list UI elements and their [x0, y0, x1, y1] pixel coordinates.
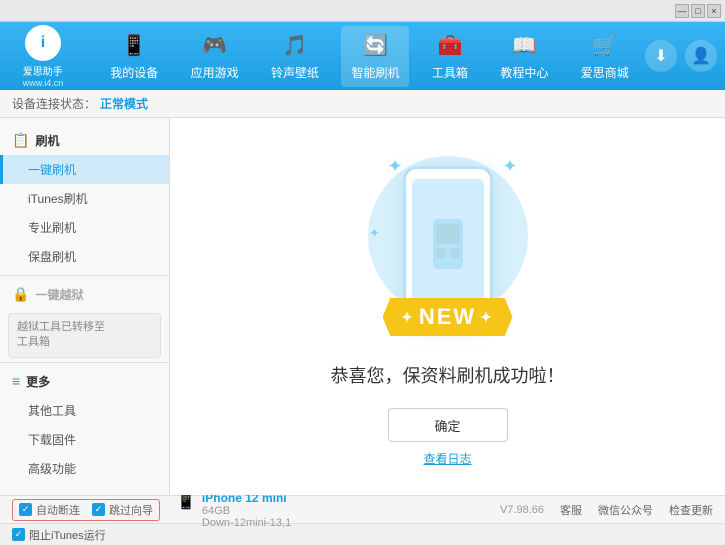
nav-vip-mall[interactable]: 🛒 爱思商城	[571, 26, 639, 87]
jailbreak-lock-icon: 🔒	[12, 286, 29, 303]
user-button[interactable]: 👤	[685, 40, 717, 72]
sidebar-jailbreak-title: 🔒 一键越狱	[0, 280, 169, 309]
skip-wizard-check-icon: ✓	[92, 503, 105, 516]
sidebar-divider-1	[0, 275, 169, 276]
status-value: 正常模式	[100, 95, 148, 112]
flash-section-icon: 📋	[12, 132, 29, 149]
nav-toolbox[interactable]: 🧰 工具箱	[422, 26, 478, 87]
logo-icon: i	[25, 25, 61, 61]
content-area: ✦ ✦ ✦ ✦ NEW ✦ 恭喜您，保资料刷机成功啦！ 确定 查看日志	[170, 118, 725, 495]
phone-screen	[412, 179, 484, 309]
tutorials-icon: 📖	[510, 32, 538, 60]
window-controls[interactable]: — □ ×	[675, 4, 721, 18]
check-update-link[interactable]: 检查更新	[669, 502, 713, 518]
nav-my-device[interactable]: 📱 我的设备	[100, 26, 168, 87]
sidebar-pro-flash[interactable]: 专业刷机	[0, 213, 169, 242]
new-star-right: ✦	[480, 309, 494, 326]
sparkle-1: ✦	[388, 156, 403, 177]
sidebar-flash-title: 📋 刷机	[0, 126, 169, 155]
status-bar: 设备连接状态： 正常模式	[0, 90, 725, 118]
sidebar-itunes-flash[interactable]: iTunes刷机	[0, 184, 169, 213]
customer-service-link[interactable]: 客服	[560, 502, 582, 518]
new-label: NEW	[419, 304, 476, 330]
title-bar: — □ ×	[0, 0, 725, 22]
version-text: V7.98.66	[500, 504, 544, 516]
vip-mall-icon: 🛒	[591, 32, 619, 60]
success-text: 恭喜您，保资料刷机成功啦！	[331, 362, 565, 388]
sidebar: 📋 刷机 一键刷机 iTunes刷机 专业刷机 保盘刷机 🔒 一键越狱 越狱工具…	[0, 118, 170, 495]
apps-games-icon: 🎮	[201, 32, 229, 60]
sidebar-one-click-flash[interactable]: 一键刷机	[0, 155, 169, 184]
nav-ringtones[interactable]: 🎵 铃声壁纸	[261, 26, 329, 87]
logo-area: i 爱思助手 www.i4.cn	[8, 25, 78, 88]
smart-flash-icon: 🔄	[361, 32, 389, 60]
success-illustration: ✦ ✦ ✦ ✦ NEW ✦	[358, 146, 538, 346]
sidebar-notice: 越狱工具已转移至 工具箱	[8, 313, 161, 358]
minimize-button[interactable]: —	[675, 4, 689, 18]
phone-screen-graphic	[428, 214, 468, 274]
new-star-left: ✦	[401, 309, 415, 326]
download-button[interactable]: ⬇	[645, 40, 677, 72]
new-banner: ✦ NEW ✦	[383, 298, 513, 336]
skip-wizard-checkbox[interactable]: ✓ 跳过向导	[92, 502, 153, 518]
logo-text: 爱思助手 www.i4.cn	[23, 63, 64, 88]
status-label: 设备连接状态：	[12, 95, 96, 112]
header-right: ⬇ 👤	[645, 40, 717, 72]
auto-disconnect-checkbox[interactable]: ✓ 自动断连	[19, 502, 80, 518]
toolbox-icon: 🧰	[436, 32, 464, 60]
sidebar-advanced[interactable]: 高级功能	[0, 454, 169, 483]
main-layout: 📋 刷机 一键刷机 iTunes刷机 专业刷机 保盘刷机 🔒 一键越狱 越狱工具…	[0, 118, 725, 495]
header: i 爱思助手 www.i4.cn 📱 我的设备 🎮 应用游戏 🎵 铃声壁纸 🔄 …	[0, 22, 725, 90]
bottom-bar: ✓ 自动断连 ✓ 跳过向导 📱 iPhone 12 mini 64GB Down…	[0, 495, 725, 523]
confirm-button[interactable]: 确定	[388, 408, 508, 442]
sparkle-3: ✦	[370, 226, 380, 240]
my-device-icon: 📱	[120, 32, 148, 60]
nav-tutorials[interactable]: 📖 教程中心	[490, 26, 558, 87]
wechat-official-link[interactable]: 微信公众号	[598, 502, 653, 518]
sparkle-2: ✦	[502, 156, 517, 177]
auto-disconnect-check-icon: ✓	[19, 503, 32, 516]
sidebar-other-tools[interactable]: 其他工具	[0, 396, 169, 425]
sidebar-download-firmware[interactable]: 下载固件	[0, 425, 169, 454]
sidebar-save-flash[interactable]: 保盘刷机	[0, 242, 169, 271]
maximize-button[interactable]: □	[691, 4, 705, 18]
nav-items: 📱 我的设备 🎮 应用游戏 🎵 铃声壁纸 🔄 智能刷机 🧰 工具箱 📖 教程中心…	[94, 26, 645, 87]
bottom-right: V7.98.66 客服 微信公众号 检查更新	[500, 502, 713, 518]
nav-apps-games[interactable]: 🎮 应用游戏	[181, 26, 249, 87]
device-storage: 64GB	[202, 505, 291, 517]
nav-smart-flash[interactable]: 🔄 智能刷机	[341, 26, 409, 87]
sidebar-more-title: ≡ 更多	[0, 367, 169, 396]
ringtones-icon: 🎵	[281, 32, 309, 60]
itunes-status-label[interactable]: ✓ 阻止iTunes运行	[12, 527, 106, 543]
close-button[interactable]: ×	[707, 4, 721, 18]
itunes-check-icon: ✓	[12, 528, 25, 541]
sidebar-divider-2	[0, 362, 169, 363]
more-section-icon: ≡	[12, 373, 20, 389]
view-log-link[interactable]: 查看日志	[423, 450, 471, 467]
